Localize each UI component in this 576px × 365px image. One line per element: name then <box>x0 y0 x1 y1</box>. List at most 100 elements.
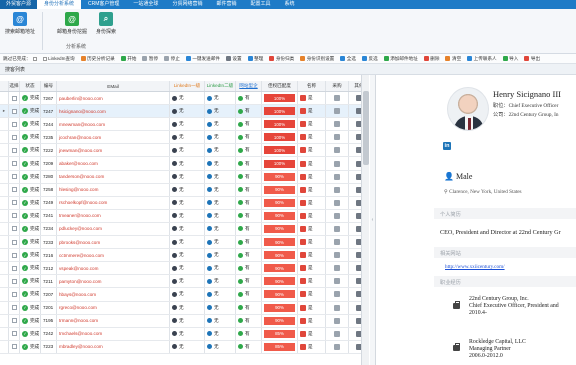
organize-button[interactable]: 整理 <box>245 54 267 64</box>
email-cell[interactable]: mnewman@nooo.com <box>57 118 170 131</box>
email-cell[interactable]: rschoelkopf@nooo.com <box>57 196 170 209</box>
table-row[interactable]: ✓ 完成 7211 pamyton@nooo.com 无无有 90% 是 <box>0 275 368 289</box>
table-row[interactable]: ✓ 完成 7212 vspeak@nooo.com 无无有 90% 是 <box>0 262 368 276</box>
history-button[interactable]: 历史分析记录 <box>78 54 118 64</box>
email-cell[interactable]: hlesing@nooo.com <box>57 183 170 196</box>
email-identity-button[interactable]: @ 邮箱身份挖掘 <box>54 12 90 35</box>
row-checkbox-cell[interactable] <box>9 105 20 118</box>
header-match-rate[interactable]: 佳权匹配度 <box>262 81 298 91</box>
table-row[interactable]: ✓ 完成 7244 mnewman@nooo.com 无无有 100% 是 <box>0 118 368 132</box>
email-cell[interactable]: pbrooks@nooo.com <box>57 236 170 249</box>
table-row[interactable]: ✓ 完成 7267 pauberlin@nooo.com 无无有 100% 是 <box>0 92 368 106</box>
row-checkbox[interactable] <box>11 226 17 232</box>
add-email-button[interactable]: 添加邮件地址 <box>381 54 421 64</box>
header-linkedin-1[interactable]: LinkedIn一级 <box>170 81 205 91</box>
row-checkbox-cell[interactable] <box>9 314 20 327</box>
row-checkbox-cell[interactable] <box>9 209 20 222</box>
menu-crm[interactable]: CRM客户管理 <box>81 0 126 9</box>
search-email-button[interactable]: @ 搜索邮箱地址 <box>2 12 38 35</box>
row-checkbox[interactable] <box>11 121 17 127</box>
menu-identity-analysis[interactable]: 身份分析系统 <box>37 0 82 9</box>
settings-button[interactable]: 设置 <box>223 54 245 64</box>
table-row[interactable]: ✓ 完成 7207 hbays@nooo.com 无无有 90% 是 <box>0 288 368 302</box>
scrollbar-thumb[interactable] <box>363 91 369 165</box>
header-name[interactable]: 名称 <box>298 81 326 91</box>
row-checkbox[interactable] <box>11 108 17 114</box>
identity-classify-button[interactable]: 身份归类 <box>266 54 297 64</box>
table-row[interactable]: ✓ 完成 7241 tmeaner@nooo.com 无无有 90% 是 <box>0 209 368 223</box>
header-email[interactable]: EMail <box>57 81 170 91</box>
panel-splitter[interactable]: ‹ <box>370 75 376 365</box>
row-checkbox-cell[interactable] <box>9 301 20 314</box>
row-checkbox[interactable] <box>11 147 17 153</box>
email-cell[interactable]: hbays@nooo.com <box>57 288 170 301</box>
email-cell[interactable]: pamyton@nooo.com <box>57 275 170 288</box>
identity-settings-button[interactable]: 身份识别设置 <box>297 54 337 64</box>
menu-customer-source[interactable]: 外贸客户源 <box>0 0 38 9</box>
row-checkbox-cell[interactable] <box>9 249 20 262</box>
select-all-button[interactable]: 全选 <box>337 54 359 64</box>
table-row[interactable]: ✓ 完成 7258 hlesing@nooo.com 无无有 90% 是 <box>0 183 368 197</box>
table-row[interactable]: ✓ 完成 7216 cctmmere@nooo.com 无无有 90% 是 <box>0 249 368 263</box>
row-checkbox[interactable] <box>11 200 17 206</box>
row-checkbox[interactable] <box>11 252 17 258</box>
email-cell[interactable]: tanderson@nooo.com <box>57 170 170 183</box>
upload-contacts-button[interactable]: 上传联系人 <box>464 54 499 64</box>
export-button[interactable]: 导出 <box>521 54 543 64</box>
row-checkbox[interactable] <box>11 305 17 311</box>
identity-explore-button[interactable]: ⌕ 身份探索 <box>88 12 124 35</box>
menu-global[interactable]: 一站通全球 <box>126 0 165 9</box>
row-checkbox-cell[interactable] <box>9 222 20 236</box>
row-checkbox[interactable] <box>11 344 17 350</box>
linkedin-checkbox[interactable] <box>42 56 47 61</box>
header-linkedin-2[interactable]: LinkedIn二级 <box>205 81 236 91</box>
row-checkbox[interactable] <box>11 187 17 193</box>
linkedin-icon[interactable]: in <box>443 142 451 150</box>
menu-email-marketing[interactable]: 邮件营销 <box>209 0 243 9</box>
delete-button[interactable]: 删除 <box>421 54 443 64</box>
row-checkbox-cell[interactable] <box>9 144 20 157</box>
row-checkbox[interactable] <box>11 291 17 297</box>
skip-done-toggle[interactable]: 跳过已完成： <box>0 54 40 64</box>
table-row[interactable]: ✓ 完成 7222 jnewman@nooo.com 无无有 100% 是 <box>0 144 368 158</box>
email-cell[interactable]: jnewman@nooo.com <box>57 144 170 157</box>
row-checkbox-cell[interactable] <box>9 196 20 209</box>
row-checkbox[interactable] <box>11 265 17 271</box>
email-cell[interactable]: pauberlin@nooo.com <box>57 92 170 105</box>
row-checkbox-cell[interactable] <box>9 92 20 105</box>
row-checkbox-cell[interactable] <box>9 340 20 353</box>
grid-scrollbar[interactable] <box>361 75 369 365</box>
invert-select-button[interactable]: 反选 <box>359 54 381 64</box>
email-cell[interactable]: cctmmere@nooo.com <box>57 249 170 262</box>
table-row[interactable]: ✓ 完成 7235 jcochran@nooo.com 无无有 100% 是 <box>0 131 368 145</box>
row-checkbox-cell[interactable] <box>9 288 20 301</box>
header-purchase[interactable]: 采购 <box>326 81 349 91</box>
row-checkbox[interactable] <box>11 134 17 140</box>
row-checkbox[interactable] <box>11 213 17 219</box>
pause-button[interactable]: 暂停 <box>139 54 161 64</box>
email-cell[interactable]: jcochran@nooo.com <box>57 131 170 144</box>
table-row[interactable]: ✓ 完成 7249 rschoelkopf@nooo.com 无无有 90% 是 <box>0 196 368 210</box>
header-corp-site[interactable]: 网站型企 <box>236 81 262 91</box>
linkedin-query-toggle[interactable]: LinkedIn查询 <box>40 54 78 64</box>
row-checkbox[interactable] <box>11 161 17 167</box>
menu-system[interactable]: 系统 <box>277 0 301 9</box>
email-cell[interactable]: tmchaels@nooo.com <box>57 327 170 340</box>
row-checkbox[interactable] <box>11 95 17 101</box>
table-row[interactable]: ✓ 完成 7195 trmann@nooo.com 无无有 90% 是 <box>0 314 368 328</box>
row-checkbox-cell[interactable] <box>9 262 20 275</box>
menu-config-tools[interactable]: 配置工具 <box>243 0 277 9</box>
email-cell[interactable]: rgreco@nooo.com <box>57 301 170 314</box>
row-checkbox-cell[interactable] <box>9 183 20 196</box>
row-checkbox-cell[interactable] <box>9 236 20 249</box>
skip-done-checkbox[interactable] <box>32 56 37 61</box>
table-row[interactable]: ✓ 完成 7233 pbrooks@nooo.com 无无有 90% 是 <box>0 236 368 250</box>
row-checkbox[interactable] <box>11 239 17 245</box>
stop-button[interactable]: 停止 <box>161 54 183 64</box>
row-checkbox-cell[interactable] <box>9 275 20 288</box>
row-checkbox[interactable] <box>11 331 17 337</box>
start-button[interactable]: 开始 <box>118 54 140 64</box>
email-cell[interactable]: pdluckey@nooo.com <box>57 222 170 236</box>
row-checkbox-cell[interactable] <box>9 327 20 340</box>
table-row[interactable]: ✓ 完成 7234 pdluckey@nooo.com 无无有 90% 是 <box>0 222 368 237</box>
